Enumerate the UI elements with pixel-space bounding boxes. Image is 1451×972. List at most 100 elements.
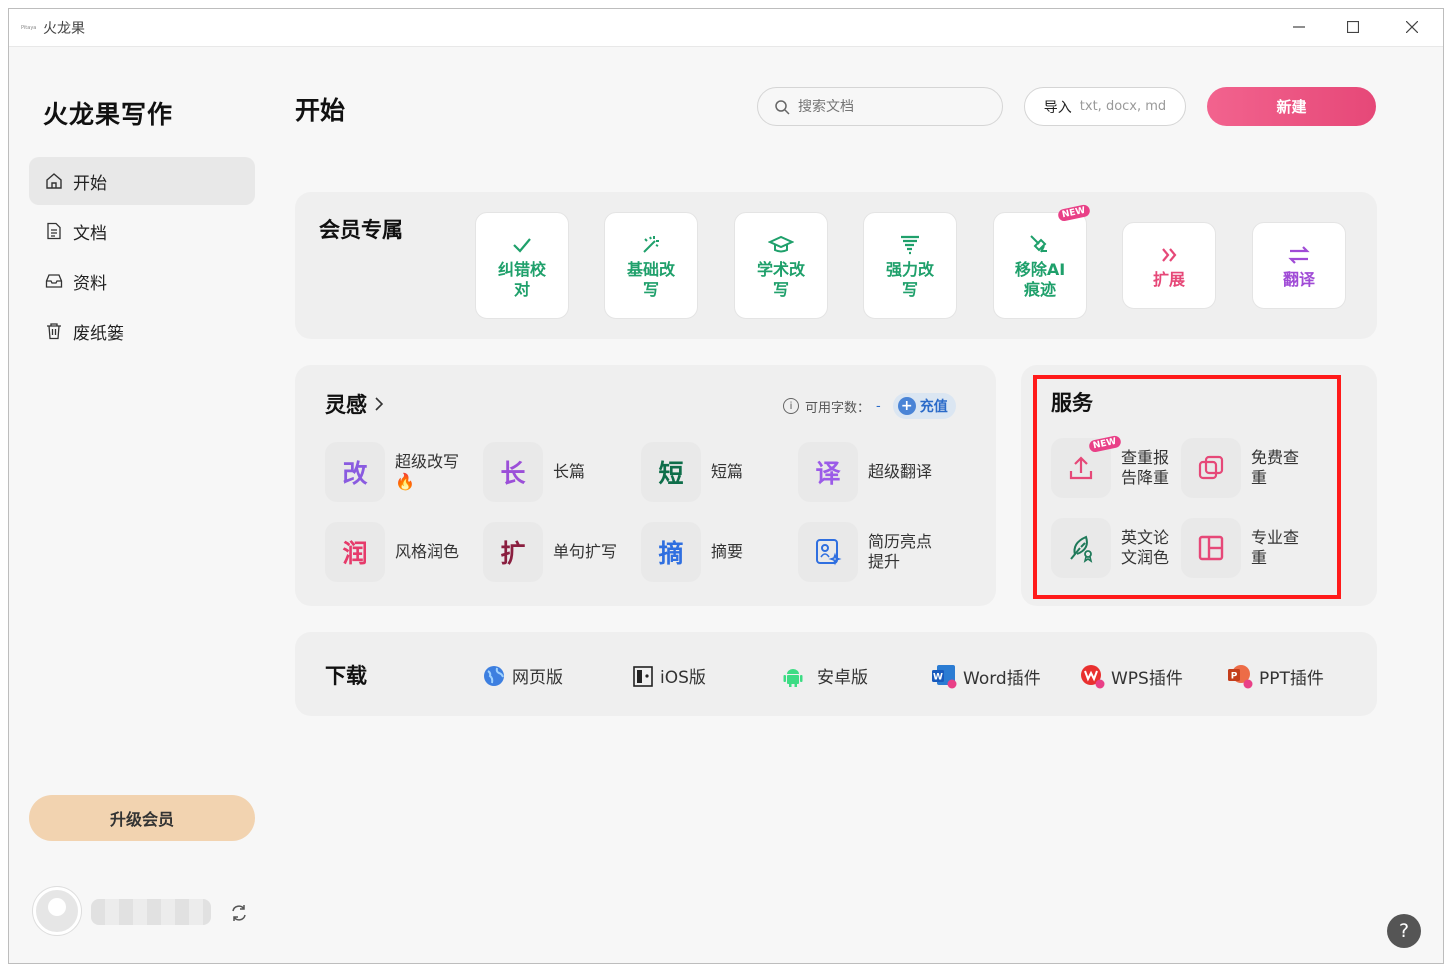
new-badge: NEW	[1057, 203, 1091, 223]
inspiration-item-translate[interactable]: 译 超级翻译	[798, 442, 942, 502]
check-icon	[513, 237, 531, 253]
ios-icon	[633, 665, 653, 687]
tool-label: 学术改写	[756, 259, 805, 299]
svg-text:W: W	[933, 673, 943, 683]
item-icon: 长	[483, 442, 543, 502]
sidebar-item-label: 开始	[73, 173, 107, 194]
import-button[interactable]: 导入 txt, docx, md	[1024, 87, 1186, 126]
download-label: Word插件	[963, 668, 1041, 689]
inspiration-item-short[interactable]: 短 短篇	[641, 442, 785, 502]
item-icon: 摘	[641, 522, 701, 582]
quota-label: 可用字数：	[805, 400, 871, 416]
download-label: 网页版	[512, 668, 563, 688]
app-logo: Pitaya	[21, 25, 37, 31]
app-window: Pitaya 火龙果 火龙果写作 开始 文档 资料 废纸篓 升级会员 开始 搜索…	[8, 8, 1444, 964]
item-label: 摘要	[711, 542, 744, 561]
vip-card: 会员专属 纠错校对 基础改写 学术改写 强力改写 移除AI痕迹 NEW 扩展 翻…	[295, 192, 1377, 339]
ppt-icon: P	[1228, 665, 1253, 689]
tool-basic-rewrite[interactable]: 基础改写	[604, 212, 698, 319]
tool-academic-rewrite[interactable]: 学术改写	[734, 212, 828, 319]
tool-label: 强力改写	[885, 259, 934, 299]
item-icon: 改	[325, 442, 385, 502]
sync-icon[interactable]	[229, 903, 249, 928]
item-label: 风格润色	[395, 542, 460, 561]
inspiration-header[interactable]: 灵感	[325, 389, 385, 419]
close-icon[interactable]	[1392, 13, 1432, 41]
recharge-button[interactable]: + 充值	[892, 393, 956, 419]
download-label: 安卓版	[817, 668, 868, 688]
inspiration-item-expand-sentence[interactable]: 扩 单句扩写	[483, 522, 627, 582]
download-card: 下载 网页版 iOS版 安卓版 W Word插件 WPS插件 P PPT插件	[295, 632, 1377, 716]
sidebar: 火龙果写作 开始 文档 资料 废纸篓 升级会员	[9, 47, 274, 963]
vip-title: 会员专属	[319, 218, 403, 242]
tool-translate[interactable]: 翻译	[1252, 222, 1346, 309]
inspiration-item-polish[interactable]: 润 风格润色	[325, 522, 469, 582]
sparkle-icon	[643, 235, 659, 253]
title-bar: Pitaya 火龙果	[9, 9, 1443, 47]
resume-icon	[798, 522, 858, 582]
window-title: 火龙果	[43, 21, 85, 37]
tool-label: 扩展	[1152, 269, 1185, 289]
download-title: 下载	[325, 664, 367, 688]
inspiration-card: 灵感 i 可用字数： - + 充值 改 超级改写🔥 长 长篇 短 短篇 译 超级…	[295, 365, 996, 606]
sidebar-item-label: 资料	[73, 273, 107, 294]
download-web[interactable]: 网页版	[482, 663, 563, 688]
item-label: 简历亮点提升	[868, 532, 933, 571]
item-icon: 译	[798, 442, 858, 502]
download-android[interactable]: 安卓版	[781, 663, 868, 688]
search-input[interactable]	[798, 98, 978, 115]
double-chevron-right-icon	[1162, 247, 1177, 262]
swap-arrows-icon	[1288, 245, 1310, 264]
page-title: 开始	[295, 96, 346, 125]
item-label: 超级改写🔥	[395, 452, 460, 491]
trash-icon	[47, 323, 61, 340]
broom-ai-icon	[1030, 234, 1047, 252]
item-label: 长篇	[553, 462, 586, 481]
inbox-icon	[45, 274, 63, 288]
import-hint: txt, docx, md	[1079, 99, 1167, 114]
inspiration-item-long[interactable]: 长 长篇	[483, 442, 627, 502]
globe-icon	[484, 665, 504, 686]
search-icon	[775, 99, 790, 115]
inspiration-item-resume[interactable]: 简历亮点提升	[798, 522, 942, 582]
info-icon: i	[783, 398, 799, 414]
tool-label: 翻译	[1282, 269, 1315, 289]
sidebar-item-materials[interactable]: 资料	[29, 257, 255, 305]
new-document-button[interactable]: 新建	[1207, 87, 1376, 126]
sidebar-item-label: 废纸篓	[73, 323, 124, 344]
sidebar-item-start[interactable]: 开始	[29, 157, 255, 205]
item-icon: 扩	[483, 522, 543, 582]
tool-label: 基础改写	[626, 259, 675, 299]
tool-power-rewrite[interactable]: 强力改写	[863, 212, 957, 319]
android-icon	[783, 668, 803, 687]
download-label: PPT插件	[1259, 668, 1324, 689]
upgrade-vip-button[interactable]: 升级会员	[29, 795, 255, 841]
import-label: 导入	[1043, 99, 1072, 116]
avatar[interactable]	[33, 887, 81, 935]
tool-expand[interactable]: 扩展	[1122, 222, 1216, 309]
home-icon	[46, 173, 62, 189]
sidebar-item-trash[interactable]: 废纸篓	[29, 307, 255, 355]
download-wps-plugin[interactable]: WPS插件	[1079, 663, 1183, 689]
download-label: iOS版	[660, 668, 706, 688]
quota-value: -	[876, 398, 881, 414]
download-ios[interactable]: iOS版	[632, 663, 706, 688]
search-box[interactable]	[757, 87, 1003, 126]
sidebar-item-documents[interactable]: 文档	[29, 207, 255, 255]
download-ppt-plugin[interactable]: P PPT插件	[1227, 663, 1324, 689]
download-word-plugin[interactable]: W Word插件	[931, 663, 1041, 689]
tool-remove-ai[interactable]: 移除AI痕迹 NEW	[993, 203, 1091, 319]
maximize-icon[interactable]	[1333, 13, 1373, 41]
minimize-icon[interactable]	[1279, 13, 1319, 41]
word-quota: i 可用字数： - + 充值	[783, 393, 956, 419]
plus-icon: +	[897, 397, 916, 415]
tool-proofread[interactable]: 纠错校对	[475, 212, 569, 319]
inspiration-item-super-rewrite[interactable]: 改 超级改写🔥	[325, 442, 469, 502]
recharge-label: 充值	[919, 399, 948, 415]
help-button[interactable]: ?	[1387, 914, 1421, 948]
tornado-icon	[901, 235, 919, 254]
svg-text:P: P	[1231, 672, 1238, 682]
highlight-annotation-box	[1033, 375, 1341, 599]
inspiration-item-summary[interactable]: 摘 摘要	[641, 522, 785, 582]
username-blurred	[91, 899, 211, 925]
